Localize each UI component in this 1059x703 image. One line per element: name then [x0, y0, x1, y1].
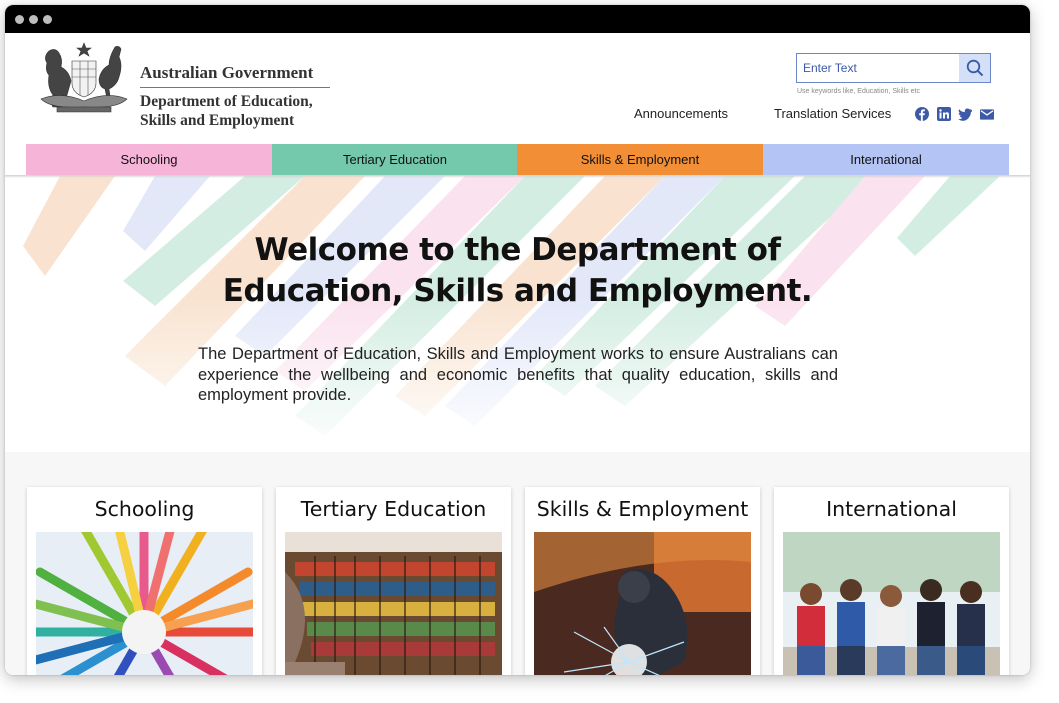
- search-button[interactable]: [959, 54, 990, 82]
- window-dot-icon[interactable]: [15, 15, 24, 24]
- linkedin-icon[interactable]: [937, 107, 951, 121]
- card-title: International: [826, 497, 957, 521]
- announcements-link[interactable]: Announcements: [634, 106, 728, 121]
- library-bookshelves-photo: [285, 532, 502, 675]
- search-input[interactable]: [797, 54, 959, 82]
- hero-description: The Department of Education, Skills and …: [198, 345, 838, 404]
- logo-divider: [140, 87, 330, 88]
- facebook-icon[interactable]: [915, 107, 929, 121]
- department-name-line1: Department of Education,: [140, 93, 313, 110]
- search-hint: Use keywords like, Education, Skills etc: [797, 88, 920, 95]
- coat-of-arms-icon: [40, 42, 128, 113]
- nav-tertiary-education[interactable]: Tertiary Education: [272, 144, 518, 175]
- government-name: Australian Government: [140, 63, 314, 82]
- hero-title: Welcome to the Department of Education, …: [5, 230, 1030, 312]
- nav-schooling[interactable]: Schooling: [26, 144, 272, 175]
- card-schooling[interactable]: Schooling: [27, 487, 262, 675]
- hero-title-line1: Welcome to the Department of: [254, 232, 781, 268]
- nav-international[interactable]: International: [763, 144, 1009, 175]
- department-name-line2: Skills and Employment: [140, 112, 295, 129]
- mail-icon[interactable]: [980, 107, 994, 121]
- search-icon: [966, 59, 983, 77]
- nav-skills-employment[interactable]: Skills & Employment: [517, 144, 763, 175]
- students-group-photo: [783, 532, 1000, 675]
- card-skills-employment[interactable]: Skills & Employment: [525, 487, 760, 675]
- window-dot-icon[interactable]: [43, 15, 52, 24]
- hero-background: [5, 176, 1030, 456]
- card-title: Skills & Employment: [536, 497, 749, 521]
- hero-title-line2: Education, Skills and Employment.: [222, 273, 813, 309]
- welder-sparks-photo: [534, 532, 751, 675]
- card-title: Schooling: [94, 497, 195, 521]
- window-titlebar: [5, 5, 1030, 33]
- nav-shadow: [5, 175, 1030, 178]
- browser-window: Australian Government Department of Educ…: [5, 5, 1030, 675]
- translation-services-link[interactable]: Translation Services: [774, 106, 891, 121]
- card-international[interactable]: International: [774, 487, 1009, 675]
- card-title: Tertiary Education: [300, 497, 487, 521]
- twitter-icon[interactable]: [958, 107, 972, 121]
- search-box: [796, 53, 991, 83]
- colored-pencils-photo: [36, 532, 253, 675]
- window-dot-icon[interactable]: [29, 15, 38, 24]
- card-tertiary-education[interactable]: Tertiary Education: [276, 487, 511, 675]
